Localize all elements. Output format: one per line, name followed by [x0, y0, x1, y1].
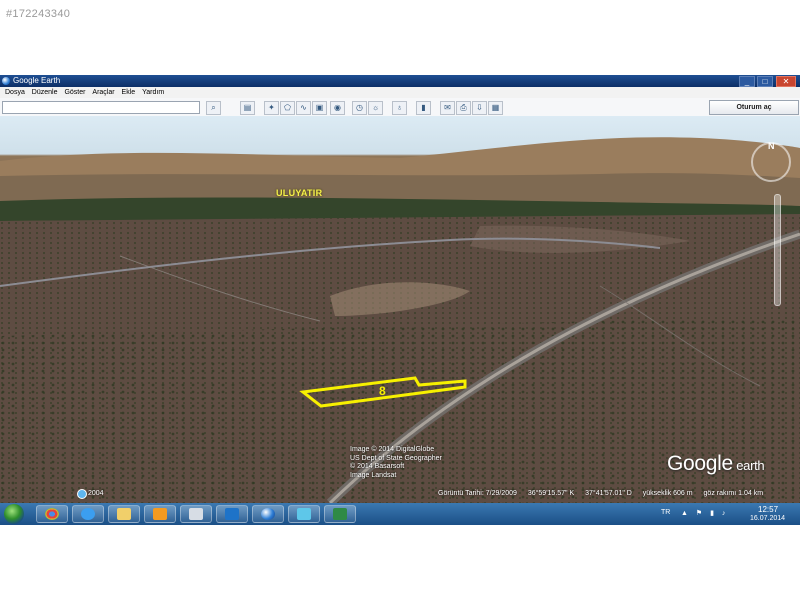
terrain-graphic: [0, 137, 800, 503]
path-icon[interactable]: ∿: [296, 101, 311, 115]
email-icon[interactable]: ✉: [440, 101, 455, 115]
compass-north-label: N: [768, 141, 775, 151]
menu-edit[interactable]: Düzenle: [32, 87, 58, 98]
window-title: Google Earth: [13, 76, 61, 85]
ie-icon[interactable]: [72, 505, 104, 523]
clock-date[interactable]: 16.07.2014: [750, 515, 785, 522]
tray-icons[interactable]: ▲ ⚑ ▮ ♪: [681, 509, 728, 517]
start-button[interactable]: [4, 504, 24, 524]
language-indicator[interactable]: TR: [661, 509, 670, 516]
parcel-number: 8: [379, 384, 386, 398]
map-viewport[interactable]: ULUYATIR 8 N Image © 2014 DigitalGlobe U…: [0, 116, 800, 503]
maps-icon[interactable]: ▦: [488, 101, 503, 115]
history-icon[interactable]: ◷: [352, 101, 367, 115]
system-tray: TR ▲ ⚑ ▮ ♪ 12:57 16.07.2014: [655, 503, 800, 525]
zoom-slider[interactable]: [774, 194, 781, 306]
media-player-icon[interactable]: [144, 505, 176, 523]
title-bar[interactable]: Google Earth _ □ ✕: [0, 75, 800, 87]
ruler-icon[interactable]: ▮: [416, 101, 431, 115]
search-icon[interactable]: ⌕: [206, 101, 221, 115]
menu-help[interactable]: Yardım: [142, 87, 164, 98]
excel-icon[interactable]: [324, 505, 356, 523]
search-input[interactable]: [2, 101, 200, 114]
toolbar: ⌕ ▤ ✦ ⬠ ∿ ▣ ◉ ◷ ☼ ♁ ▮ ✉ ⎙ ⇩ ▦ Oturum aç: [0, 98, 800, 117]
print-icon[interactable]: ⎙: [456, 101, 471, 115]
placemark-icon[interactable]: ✦: [264, 101, 279, 115]
menu-tools[interactable]: Araçlar: [92, 87, 114, 98]
longitude: 37°41'57.01" D: [585, 490, 632, 497]
clock-time[interactable]: 12:57: [758, 505, 778, 514]
town-label: ULUYATIR: [276, 188, 323, 198]
tour-icon[interactable]: ◉: [330, 101, 345, 115]
compass-icon[interactable]: N: [751, 141, 791, 182]
calculator-icon[interactable]: [180, 505, 212, 523]
latitude: 36°59'15.57" K: [527, 490, 575, 497]
sun-icon[interactable]: ☼: [368, 101, 383, 115]
chrome-icon[interactable]: [36, 505, 68, 523]
listing-id: #172243340: [6, 8, 71, 20]
menu-view[interactable]: Göster: [64, 87, 85, 98]
imagery-date: Görüntü Tarihi: 7/29/2009: [438, 490, 517, 497]
menu-file[interactable]: Dosya: [5, 87, 25, 98]
eye-altitude: göz rakımı 1.04 km: [703, 490, 764, 497]
google-earth-logo: Google earth: [667, 452, 765, 475]
close-button[interactable]: ✕: [776, 76, 796, 87]
imagery-attribution: Image © 2014 DigitalGlobe US Dept of Sta…: [350, 446, 442, 479]
paint-icon[interactable]: [288, 505, 320, 523]
polygon-icon[interactable]: ⬠: [280, 101, 295, 115]
imagery-year: 2004: [88, 490, 104, 497]
explorer-icon[interactable]: [108, 505, 140, 523]
overlay-icon[interactable]: ▣: [312, 101, 327, 115]
menu-add[interactable]: Ekle: [122, 87, 136, 98]
minimize-button[interactable]: _: [739, 76, 755, 87]
planets-icon[interactable]: ♁: [392, 101, 407, 115]
elevation: yükseklik 606 m: [642, 490, 693, 497]
status-bar: Görüntü Tarihi: 7/29/2009 36°59'15.57" K…: [438, 490, 772, 497]
taskbar: TR ▲ ⚑ ▮ ♪ 12:57 16.07.2014: [0, 503, 800, 525]
google-earth-app-icon: [2, 77, 10, 85]
google-earth-window: Google Earth _ □ ✕ Dosya Düzenle Göster …: [0, 75, 800, 503]
maximize-button[interactable]: □: [757, 76, 773, 87]
save-image-icon[interactable]: ⇩: [472, 101, 487, 115]
historical-imagery-icon[interactable]: [77, 489, 87, 499]
sign-in-button[interactable]: Oturum aç: [709, 100, 799, 115]
sidebar-icon[interactable]: ▤: [240, 101, 255, 115]
google-earth-icon[interactable]: [252, 505, 284, 523]
teamviewer-icon[interactable]: [216, 505, 248, 523]
